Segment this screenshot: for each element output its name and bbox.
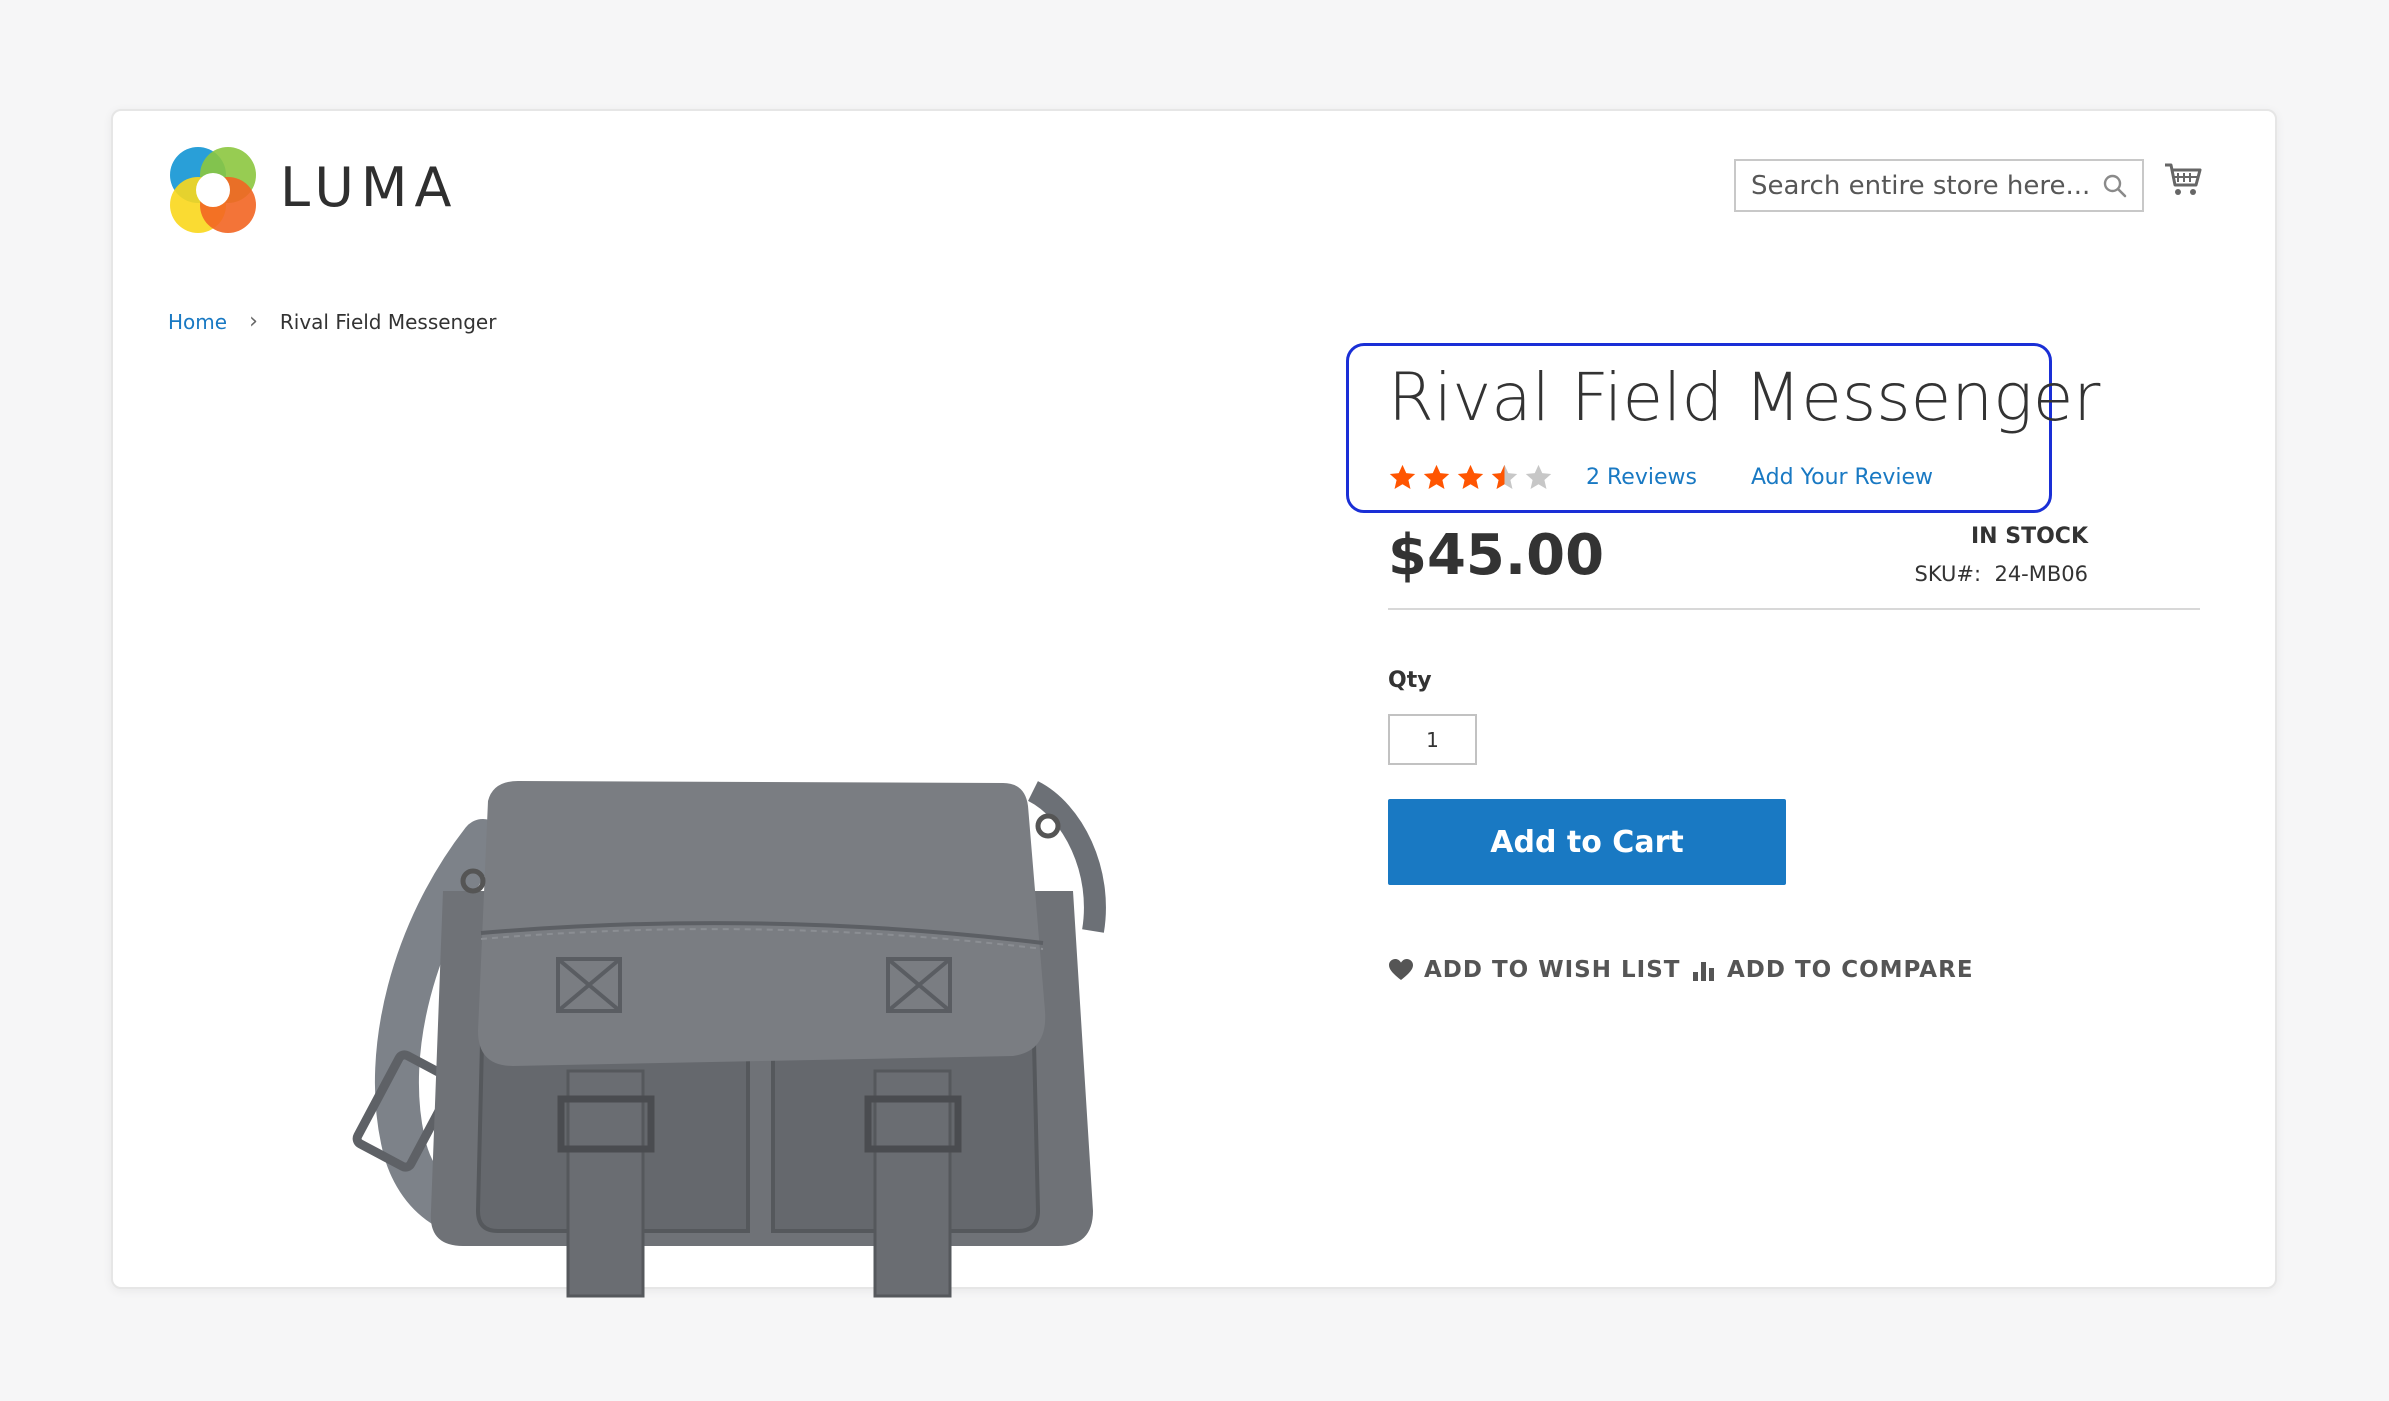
breadcrumb-current: Rival Field Messenger — [279, 309, 497, 334]
heart-icon — [1389, 959, 1413, 980]
breadcrumb-home-link[interactable]: Home — [168, 310, 227, 334]
breadcrumb-separator: › — [249, 309, 258, 334]
product-title: Rival Field Messenger — [1388, 359, 2101, 436]
stock-status: IN STOCK — [1970, 524, 2088, 549]
star-full-icon — [1389, 464, 1416, 489]
page-card: LUMA Home › Rival Field Messenger — [111, 109, 2277, 1298]
add-to-wishlist-link[interactable]: ADD TO WISH LIST — [1388, 957, 1680, 983]
product-sku: SKU#: 24-MB06 — [1915, 562, 2089, 586]
star-full-icon — [1423, 464, 1450, 489]
add-to-compare-link[interactable]: ADD TO COMPARE — [1691, 957, 1974, 983]
sku-value: 24-MB06 — [1994, 562, 2088, 586]
search-box — [1734, 159, 2144, 212]
add-review-link[interactable]: Add Your Review — [1751, 465, 1933, 490]
add-to-cart-button[interactable]: Add to Cart — [1388, 799, 1786, 885]
search-icon[interactable] — [2102, 173, 2128, 199]
sku-label: SKU#: — [1914, 562, 1982, 586]
product-image[interactable] — [313, 671, 1193, 1331]
qty-input[interactable] — [1388, 714, 1477, 765]
star-empty-icon — [1525, 464, 1552, 489]
luma-logo-icon[interactable] — [168, 145, 258, 235]
reviews-link[interactable]: 2 Reviews — [1586, 465, 1697, 490]
breadcrumb: Home › Rival Field Messenger — [168, 309, 496, 334]
add-to-wishlist-label: ADD TO WISH LIST — [1424, 957, 1681, 983]
cart-icon[interactable] — [2163, 159, 2203, 199]
product-price: $45.00 — [1388, 523, 1605, 588]
divider — [1388, 608, 2200, 610]
star-half-icon — [1491, 464, 1518, 489]
search-input[interactable] — [1736, 161, 2142, 210]
add-to-compare-label: ADD TO COMPARE — [1727, 957, 1974, 983]
qty-label: Qty — [1388, 668, 1432, 693]
compare-chart-icon — [1693, 962, 1714, 981]
brand-wordmark[interactable]: LUMA — [280, 156, 458, 219]
star-full-icon — [1457, 464, 1484, 489]
rating-stars — [1388, 463, 1558, 492]
